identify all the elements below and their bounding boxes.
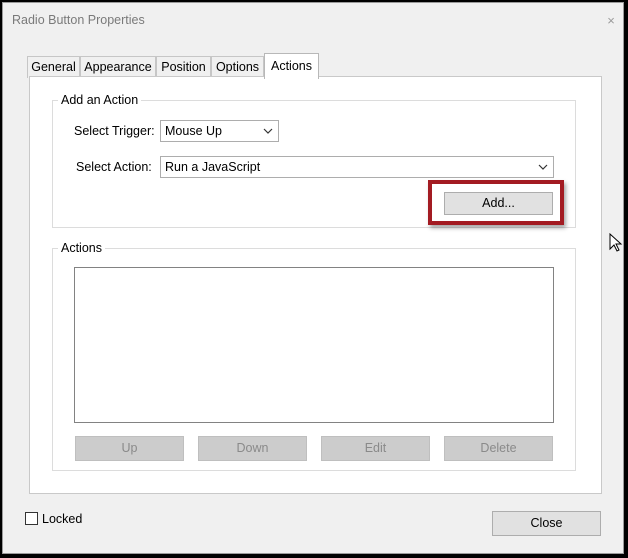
tab-appearance[interactable]: Appearance <box>80 56 156 78</box>
actions-group-label: Actions <box>58 241 105 255</box>
tab-actions[interactable]: Actions <box>264 53 319 79</box>
tab-position[interactable]: Position <box>156 56 211 78</box>
actions-list[interactable] <box>74 267 554 423</box>
mouse-cursor-icon <box>609 232 623 256</box>
close-icon[interactable]: × <box>603 13 619 29</box>
trigger-value: Mouse Up <box>165 124 222 138</box>
action-value: Run a JavaScript <box>165 160 261 174</box>
locked-label: Locked <box>42 512 83 526</box>
action-label: Select Action: <box>76 160 152 174</box>
locked-checkbox[interactable] <box>25 512 38 525</box>
dialog-title: Radio Button Properties <box>12 13 145 27</box>
tab-options[interactable]: Options <box>211 56 264 78</box>
highlight-box <box>428 180 564 225</box>
trigger-label: Select Trigger: <box>74 124 155 138</box>
trigger-select[interactable]: Mouse Up <box>160 120 279 142</box>
tab-general[interactable]: General <box>27 56 80 78</box>
close-button[interactable]: Close <box>492 511 601 536</box>
delete-button[interactable]: Delete <box>444 436 553 461</box>
chevron-down-icon <box>533 157 553 177</box>
title-bar: Radio Button Properties × <box>3 3 623 37</box>
up-button[interactable]: Up <box>75 436 184 461</box>
add-action-group-label: Add an Action <box>58 93 142 107</box>
down-button[interactable]: Down <box>198 436 307 461</box>
action-select[interactable]: Run a JavaScript <box>160 156 554 178</box>
edit-button[interactable]: Edit <box>321 436 430 461</box>
chevron-down-icon <box>258 121 278 141</box>
